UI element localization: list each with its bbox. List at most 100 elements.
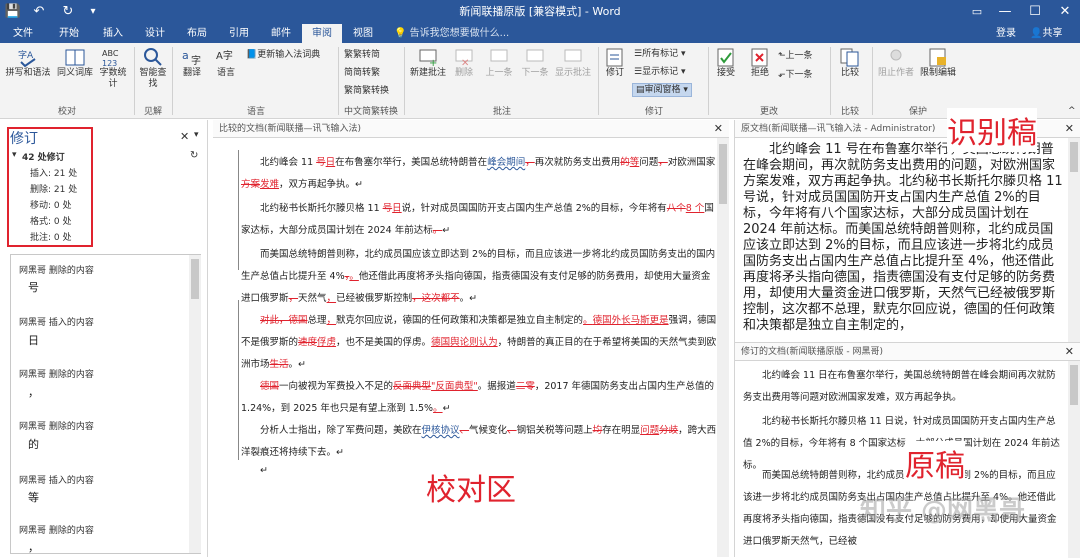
accept-icon <box>715 47 737 67</box>
revision-content[interactable]: 的 <box>28 436 39 452</box>
close-icon[interactable]: ✕ <box>180 130 189 143</box>
previous-comment-button[interactable]: 上一条 <box>482 47 516 79</box>
revised-paragraph-1[interactable]: 北约峰会 11 日在布鲁塞尔举行，美国总统特朗普在峰会期间再次就防务支出费用等问… <box>743 365 1065 409</box>
share-button[interactable]: 👤共享 <box>1030 24 1062 43</box>
tab-review[interactable]: 审阅 <box>302 24 342 43</box>
chevron-down-icon: ▾ <box>680 49 686 59</box>
spelling-grammar-button[interactable]: 字A 拼写和语法 <box>4 47 52 79</box>
show-markup-icon: ☰ <box>634 67 643 77</box>
compared-paragraph-5[interactable]: 德国一向被视为军费投入不足的反面典型"反面典型"。据报道二零，2017 年德国防… <box>241 376 717 420</box>
maximize-icon[interactable]: ☐ <box>1024 0 1046 24</box>
reviewing-pane-dropdown[interactable]: ▤审阅窗格 ▾ <box>632 83 692 97</box>
tab-mailings[interactable]: 邮件 <box>262 24 300 43</box>
change-bar <box>238 300 239 460</box>
delete-comment-button[interactable]: ✕ 删除 <box>450 47 478 79</box>
minimize-icon[interactable]: — <box>994 0 1016 24</box>
scrollbar[interactable] <box>1068 361 1080 558</box>
compared-paragraph-6[interactable]: 分析人士指出，除了军费问题，美欧在伊核协议、气候变化、钢铝关税等问题上均存在明显… <box>241 420 717 464</box>
track-changes-button[interactable]: 修订 <box>602 47 628 79</box>
restrict-editing-button[interactable]: 限制编辑 <box>918 47 958 79</box>
scrollbar-thumb[interactable] <box>191 259 199 299</box>
revision-content[interactable]: ， <box>28 384 39 400</box>
pane-options-icon[interactable]: ▾ <box>194 130 199 140</box>
revision-author: 网黑哥 删除的内容 <box>19 266 94 276</box>
close-icon[interactable]: ✕ <box>1065 120 1074 138</box>
scrollbar[interactable] <box>1068 138 1080 342</box>
svg-text:ABC: ABC <box>102 49 119 58</box>
undo-icon[interactable]: ↶ <box>28 0 50 24</box>
svg-text:✕: ✕ <box>461 58 469 67</box>
tell-me-box[interactable]: 💡 告诉我您想要做什么... <box>394 24 509 43</box>
collapse-ribbon-icon[interactable]: ^ <box>1068 105 1076 117</box>
scrollbar-thumb[interactable] <box>719 144 727 204</box>
next-change-icon: ⬐ <box>778 70 786 80</box>
scrollbar-thumb[interactable] <box>1070 365 1078 405</box>
reject-button[interactable]: 拒绝 <box>746 47 774 79</box>
revision-content[interactable]: 号 <box>28 279 39 295</box>
scrollbar[interactable] <box>189 255 201 553</box>
group-compare-label: 比较 <box>840 107 859 117</box>
redo-icon[interactable]: ↻ <box>58 0 78 24</box>
compare-button[interactable]: 比较 <box>836 47 864 79</box>
next-comment-button[interactable]: 下一条 <box>518 47 552 79</box>
translate-button[interactable]: a 字翻译 <box>176 47 208 79</box>
show-comments-button[interactable]: 显示批注 <box>552 47 594 79</box>
tab-home[interactable]: 开始 <box>50 24 88 43</box>
original-text[interactable]: 北约峰会 11 号在布鲁塞尔举行，美国总统特朗普在峰会期间，再次就防务支出费用的… <box>743 142 1065 334</box>
new-comment-button[interactable]: + 新建批注 <box>408 47 448 79</box>
thesaurus-button[interactable]: 同义词库 <box>54 47 96 79</box>
revision-author: 网黑哥 删除的内容 <box>19 422 94 432</box>
title-bar: 💾 ↶ ↻ ▾ 新闻联播原版 [兼容模式] - Word ▭ — ☐ ✕ <box>0 0 1080 24</box>
show-markup-dropdown[interactable]: ☰显示标记 ▾ <box>634 66 686 78</box>
revisions-pane: 修订 ✕ ▾ ↻ ▾ 42 处修订 插入: 21 处 删除: 21 处 移动: 0… <box>0 120 208 557</box>
convert-button[interactable]: 繁简繁转换 <box>344 85 389 97</box>
revision-content[interactable]: 日 <box>28 332 39 348</box>
show-comments-icon <box>562 47 584 67</box>
login-link[interactable]: 登录 <box>996 24 1016 43</box>
tab-references[interactable]: 引用 <box>220 24 258 43</box>
original-document-title: 原文档(新闻联播—讯飞输入法 - Administrator) <box>741 124 936 134</box>
compared-paragraph-1[interactable]: 北约峰会 11 号日在布鲁塞尔举行，美国总统特朗普在峰会期间，再次就防务支出费用… <box>241 152 717 196</box>
trad-to-simp-button[interactable]: 繁繁转简 <box>344 49 380 61</box>
scrollbar-thumb[interactable] <box>1070 142 1078 172</box>
compared-paragraph-3[interactable]: 而美国总统特朗普则称，北约成员国应该立即达到 2%的目标，而且应该进一步将北约成… <box>241 244 717 310</box>
delete-comment-icon: ✕ <box>453 47 475 69</box>
restore-ribbon-icon[interactable]: ▭ <box>966 0 988 24</box>
previous-change-button[interactable]: ⬑上一条 <box>778 50 813 62</box>
revised-document-header: 修订的文档(新闻联播原版 - 网黑哥) ✕ <box>735 343 1080 361</box>
close-icon[interactable]: ✕ <box>1054 0 1076 24</box>
close-icon[interactable]: ✕ <box>714 120 723 138</box>
save-icon[interactable]: 💾 <box>4 0 22 24</box>
svg-text:+: + <box>429 58 437 67</box>
tab-design[interactable]: 设计 <box>136 24 174 43</box>
close-icon[interactable]: ✕ <box>1065 343 1074 361</box>
refresh-icon[interactable]: ↻ <box>190 150 198 161</box>
tab-view[interactable]: 视图 <box>344 24 382 43</box>
previous-comment-icon <box>488 47 510 67</box>
update-ime-dictionary-button[interactable]: 📘更新输入法词典 <box>246 49 320 61</box>
block-authors-button[interactable]: 阻止作者 <box>876 47 916 79</box>
smart-lookup-button[interactable]: 智能查找 <box>138 47 168 90</box>
tab-insert[interactable]: 插入 <box>94 24 132 43</box>
tell-me-text: 告诉我您想要做什么... <box>409 28 510 39</box>
revision-content[interactable]: 等 <box>28 489 39 505</box>
compared-paragraph-4[interactable]: 对此，德国总理，默克尔回应说，德国的任何政策和决策都是独立自主制定的。德国外长马… <box>241 310 717 376</box>
all-markup-dropdown[interactable]: ☰所有标记 ▾ <box>634 48 686 60</box>
customize-icon[interactable]: ▾ <box>86 0 100 24</box>
revision-summary[interactable]: ▾ 42 处修订 <box>12 150 65 163</box>
word-count-button[interactable]: ABC 123 字数统计 <box>98 47 128 90</box>
tab-file[interactable]: 文件 <box>4 24 42 43</box>
language-button[interactable]: A字 语言 <box>210 47 242 79</box>
next-change-button[interactable]: ⬐下一条 <box>778 69 813 81</box>
simp-to-trad-button[interactable]: 简简转繁 <box>344 67 380 79</box>
tab-layout[interactable]: 布局 <box>178 24 216 43</box>
scrollbar[interactable] <box>717 138 729 557</box>
revision-author: 网黑哥 插入的内容 <box>19 476 94 486</box>
group-insights-label: 见解 <box>143 107 162 117</box>
revision-list[interactable]: 网黑哥 删除的内容 号 网黑哥 插入的内容 日 网黑哥 删除的内容 ， 网黑哥 … <box>10 254 201 554</box>
accept-button[interactable]: 接受 <box>712 47 740 79</box>
compared-paragraph-2[interactable]: 北约秘书长斯托尔滕贝格 11 号日说，针对成员国国防开支占国内生产总值 2%的目… <box>241 198 717 242</box>
compared-document-pane: 比较的文档(新闻联播—讯飞输入法) ✕ 北约峰会 11 号日在布鲁塞尔举行，美国总… <box>213 120 729 557</box>
revision-content[interactable]: ， <box>28 539 39 555</box>
search-icon <box>142 47 164 67</box>
